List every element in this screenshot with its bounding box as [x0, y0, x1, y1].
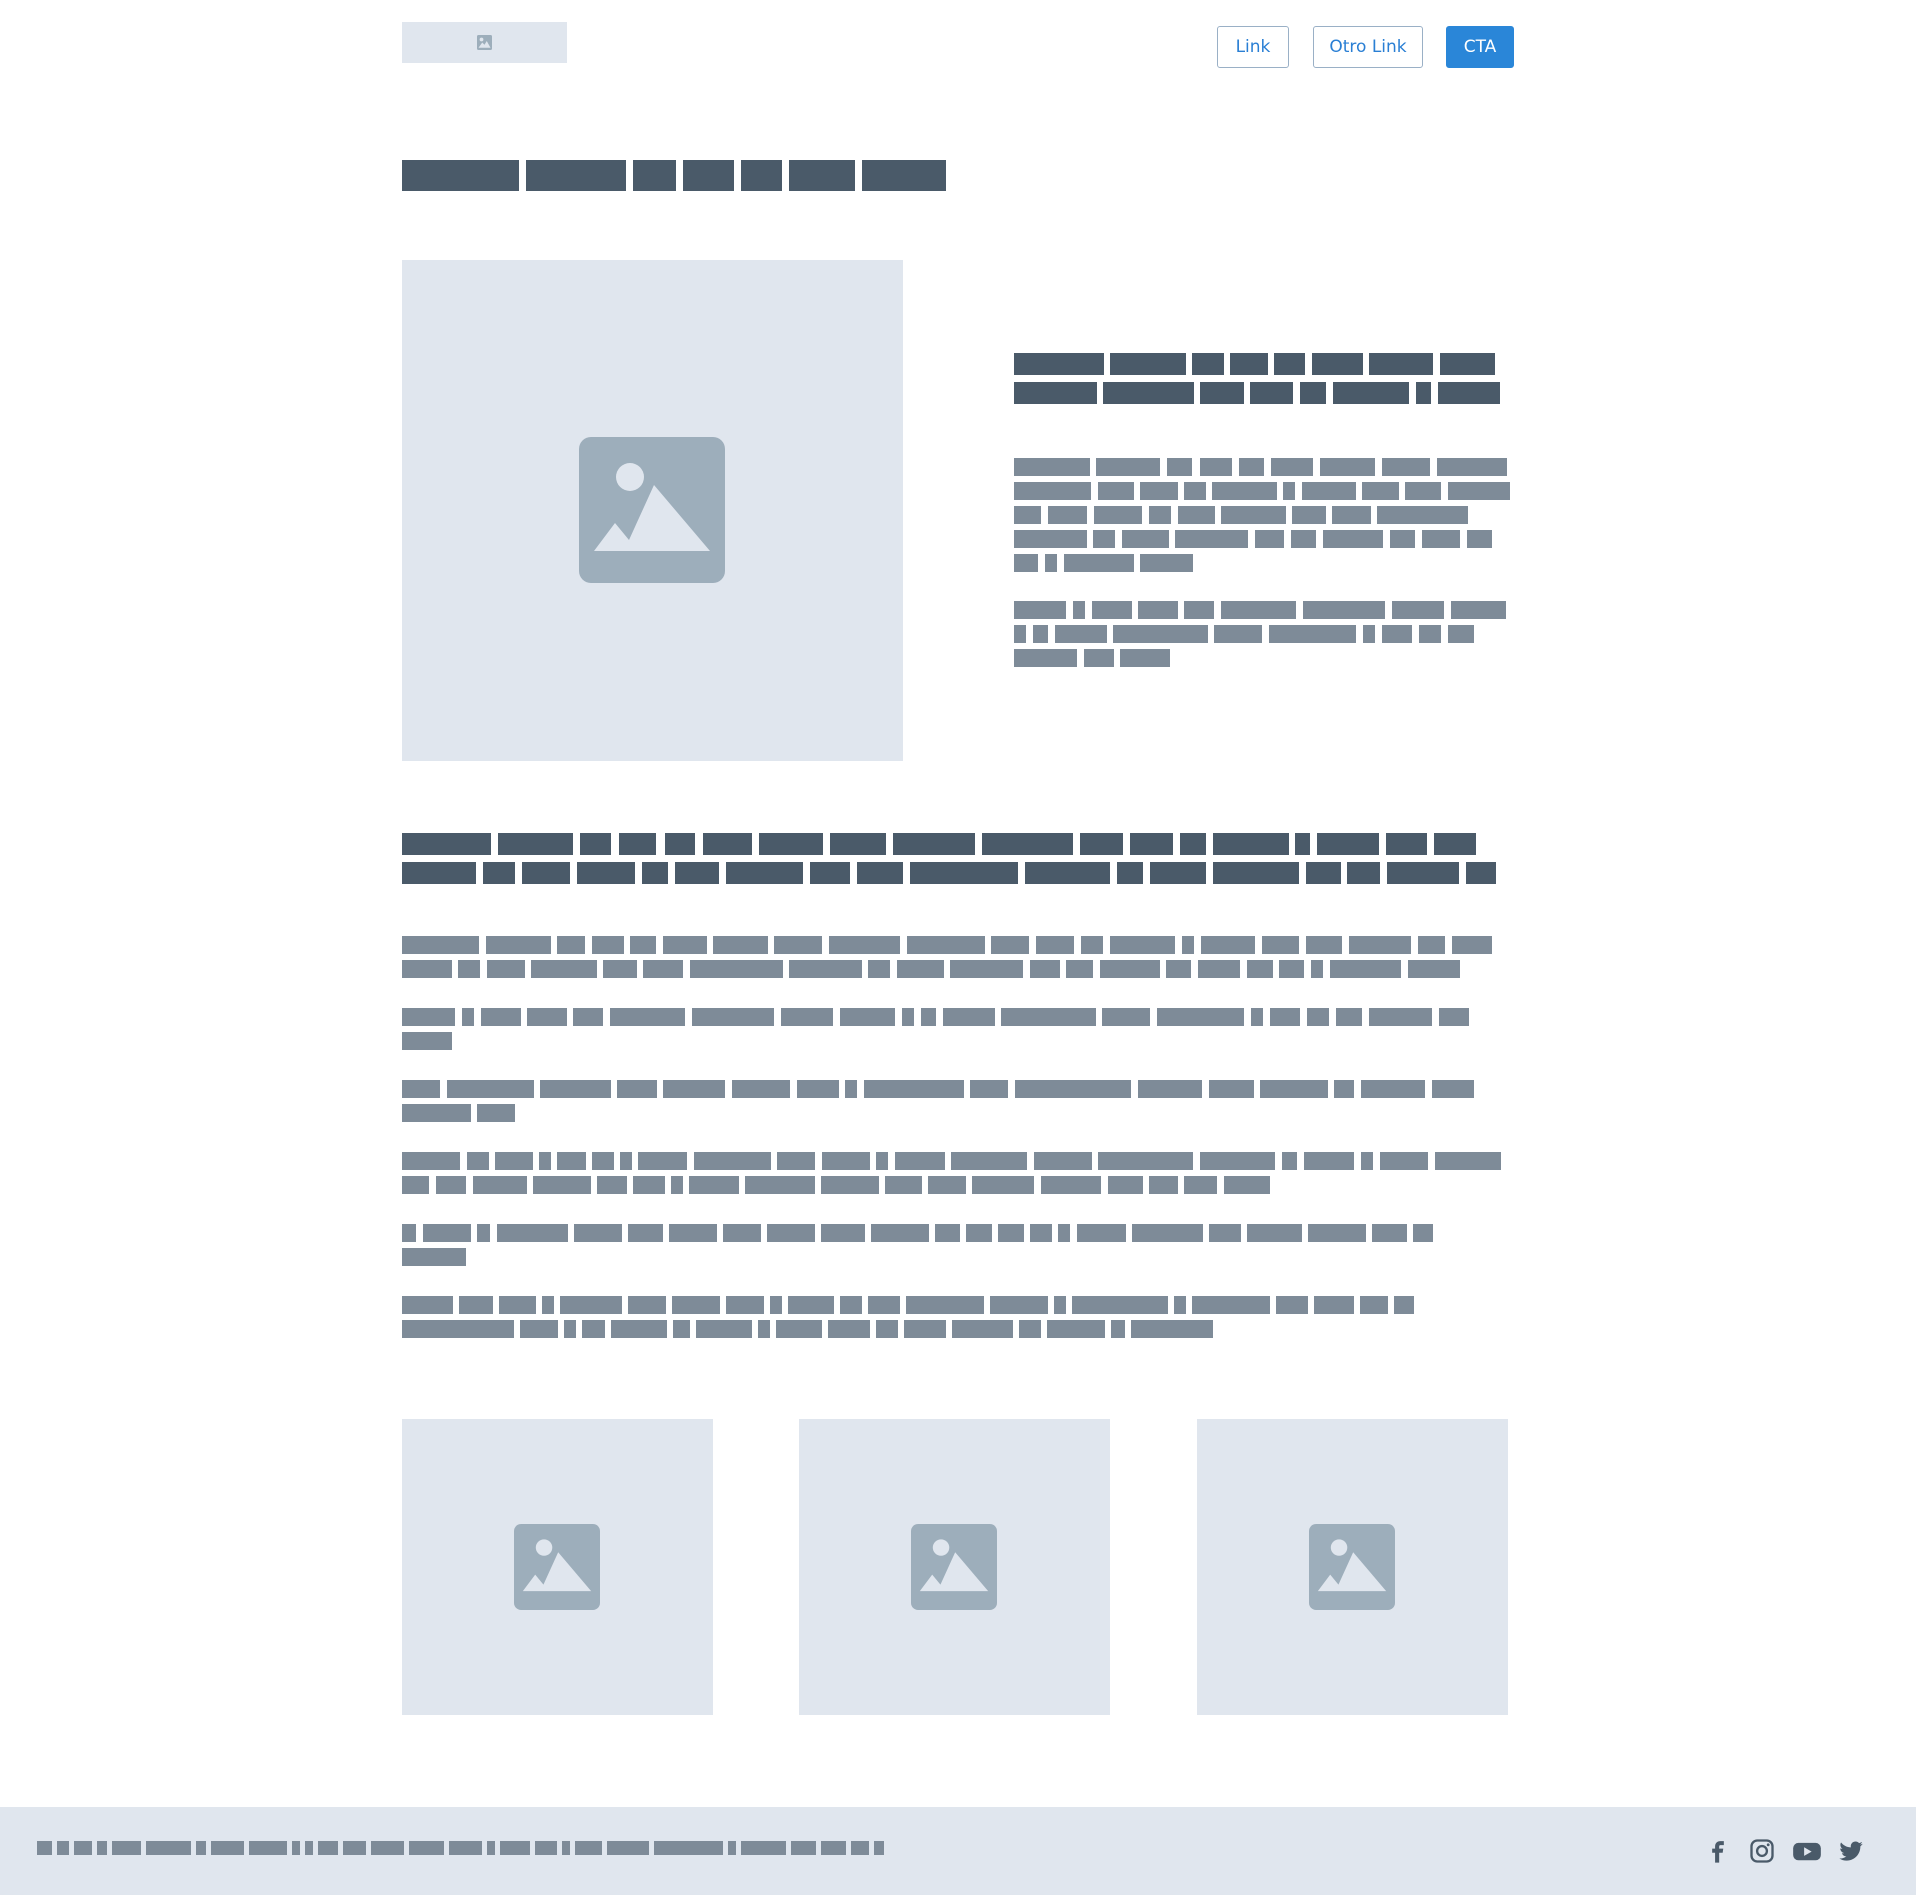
paragraph — [402, 1008, 1502, 1051]
paragraph — [1014, 458, 1514, 573]
hero-image — [402, 260, 903, 761]
facebook-icon[interactable] — [1704, 1837, 1732, 1865]
image-icon — [1309, 1524, 1395, 1610]
gallery-image-2 — [799, 1419, 1110, 1715]
nav-link-otro[interactable]: Otro Link — [1313, 26, 1423, 68]
image-icon — [477, 35, 492, 50]
image-icon — [514, 1524, 600, 1610]
instagram-icon[interactable] — [1748, 1837, 1776, 1865]
logo-placeholder[interactable] — [402, 22, 567, 63]
page-title — [402, 160, 962, 191]
paragraph — [1014, 601, 1514, 668]
gallery-image-3 — [1197, 1419, 1508, 1715]
nav-link[interactable]: Link — [1217, 26, 1289, 68]
cta-button[interactable]: CTA — [1446, 26, 1514, 68]
image-icon — [911, 1524, 997, 1610]
paragraph — [402, 1152, 1502, 1195]
twitter-icon[interactable] — [1837, 1837, 1865, 1865]
footer — [0, 1807, 1916, 1895]
section-heading — [402, 833, 1502, 885]
footer-text — [37, 1841, 897, 1855]
paragraph — [402, 1080, 1502, 1123]
youtube-icon[interactable] — [1792, 1837, 1821, 1865]
paragraph — [402, 1296, 1502, 1339]
section-heading — [1014, 353, 1514, 405]
paragraph — [402, 1224, 1502, 1267]
image-icon — [579, 437, 725, 583]
gallery-image-1 — [402, 1419, 713, 1715]
paragraph — [402, 936, 1502, 979]
